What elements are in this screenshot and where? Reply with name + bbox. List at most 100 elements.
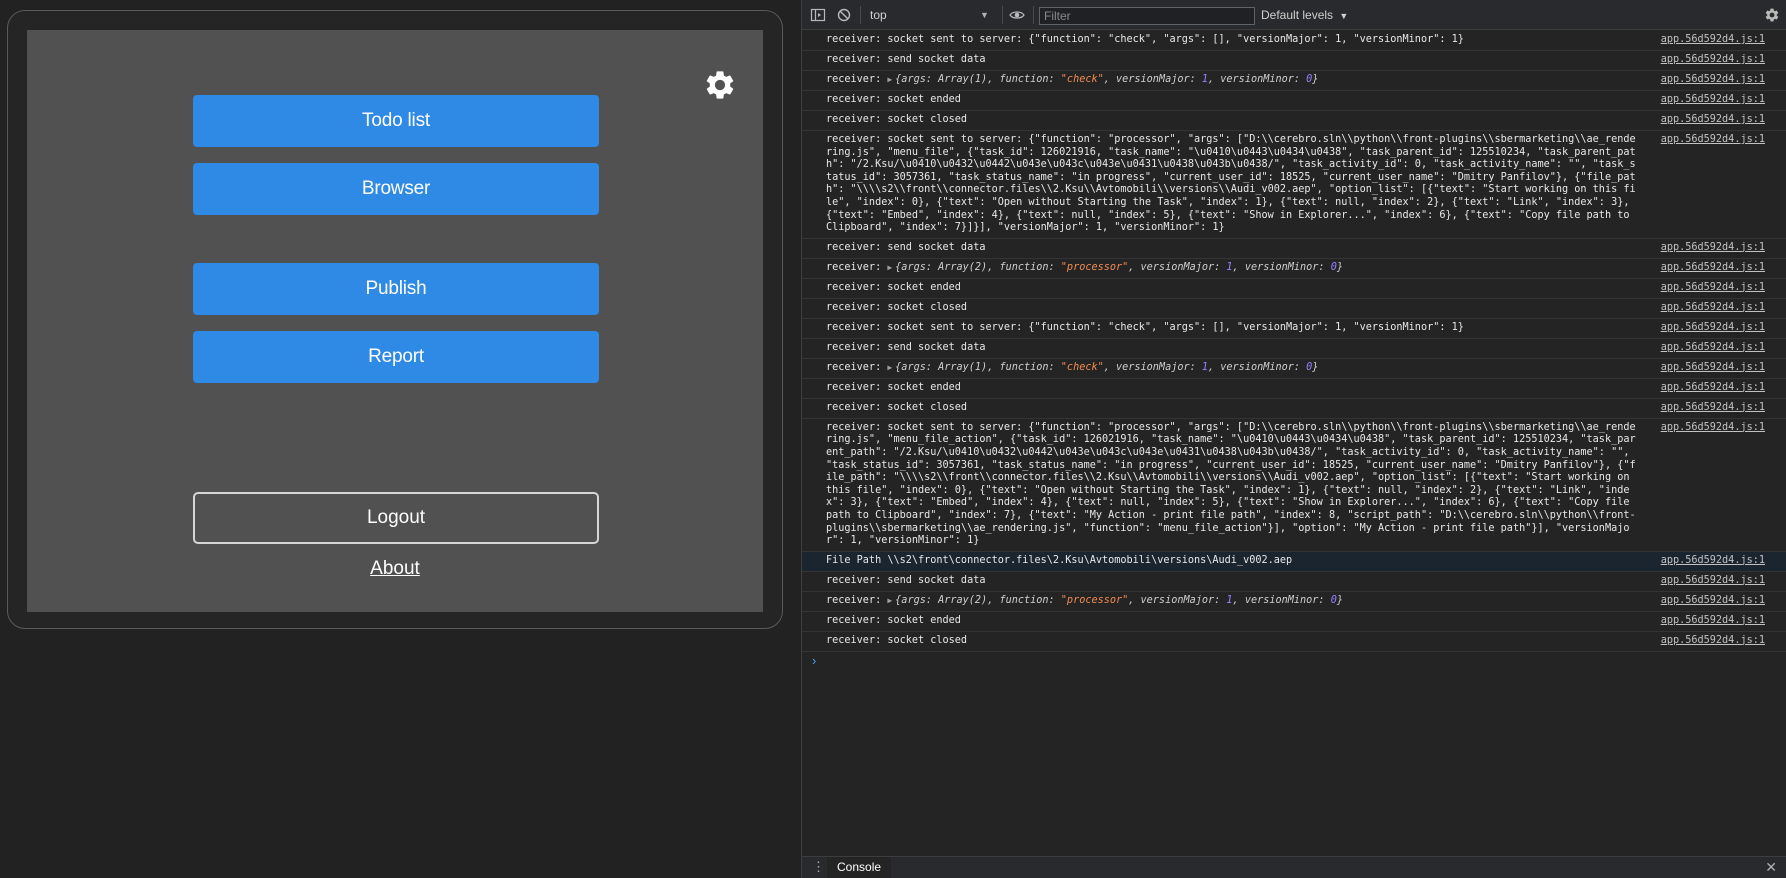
object-args: Array(2) <box>938 261 988 273</box>
console-message-text: receiver: ▶ {args: Array(2), function: "p… <box>826 259 1641 278</box>
gear-icon[interactable] <box>703 68 737 102</box>
browser-button[interactable]: Browser <box>193 163 599 215</box>
console-message: receiver: send socket data app.56d592d4.j… <box>802 51 1786 71</box>
console-toolbar: top ▼ Default levels ▼ <box>802 0 1786 30</box>
object-punctuation: , versionMinor: <box>1208 361 1307 373</box>
console-message[interactable]: receiver: ▶ {args: Array(1), function: "c… <box>802 71 1786 91</box>
report-button[interactable]: Report <box>193 331 599 383</box>
source-link[interactable]: app.56d592d4.js:1 <box>1661 362 1765 375</box>
source-link[interactable]: app.56d592d4.js:1 <box>1661 422 1765 435</box>
source-link[interactable]: app.56d592d4.js:1 <box>1661 34 1765 47</box>
object-args: Array(2) <box>938 594 988 606</box>
object-punctuation: , function: <box>987 74 1061 85</box>
source-link[interactable]: app.56d592d4.js:1 <box>1661 555 1765 568</box>
object-punctuation: {args: <box>895 594 939 606</box>
more-options-icon[interactable]: ⋮ <box>812 860 825 874</box>
object-punctuation: , function: <box>987 261 1061 273</box>
clear-console-icon[interactable] <box>836 7 852 23</box>
log-levels-label: Default levels <box>1261 8 1334 22</box>
source-link[interactable]: app.56d592d4.js:1 <box>1661 595 1765 608</box>
console-message-text: receiver: socket closed <box>826 401 968 413</box>
console-message[interactable]: receiver: ▶ {args: Array(1), function: "c… <box>802 359 1786 379</box>
console-message-text: receiver: ▶ {args: Array(2), function: "p… <box>826 592 1641 611</box>
console-message[interactable]: receiver: ▶ {args: Array(2), function: "p… <box>802 592 1786 612</box>
app-window: Todo list Browser Publish Report Logout … <box>0 0 801 878</box>
source-link[interactable]: app.56d592d4.js:1 <box>1661 242 1765 255</box>
object-function: "processor" <box>1060 261 1129 273</box>
source-link[interactable]: app.56d592d4.js:1 <box>1661 114 1765 127</box>
console-message: receiver: send socket data app.56d592d4.j… <box>802 239 1786 259</box>
console-message-text: receiver: ▶ {args: Array(1), function: "c… <box>826 359 1641 378</box>
object-punctuation: , versionMinor: <box>1208 74 1307 85</box>
console-message-text: receiver: socket ended <box>826 614 961 626</box>
source-link[interactable]: app.56d592d4.js:1 <box>1661 74 1765 87</box>
source-link[interactable]: app.56d592d4.js:1 <box>1661 575 1765 588</box>
source-link[interactable]: app.56d592d4.js:1 <box>1661 382 1765 395</box>
console-message-text: receiver: socket sent to server: {"funct… <box>826 134 1636 234</box>
console-message: receiver: send socket data app.56d592d4.j… <box>802 339 1786 359</box>
expand-triangle-icon[interactable]: ▶ <box>887 75 892 84</box>
todo-list-button[interactable]: Todo list <box>193 95 599 147</box>
source-link[interactable]: app.56d592d4.js:1 <box>1661 94 1765 107</box>
chevron-down-icon: ▼ <box>980 10 989 20</box>
console-message-text: receiver: socket sent to server: {"funct… <box>826 321 1464 333</box>
object-punctuation: } <box>1336 261 1343 273</box>
source-link[interactable]: app.56d592d4.js:1 <box>1661 342 1765 355</box>
console-prompt[interactable]: › <box>802 652 1786 672</box>
object-punctuation: , function: <box>987 361 1061 373</box>
source-link[interactable]: app.56d592d4.js:1 <box>1661 302 1765 315</box>
context-select[interactable]: top <box>866 6 996 25</box>
devtools-panel: top ▼ Default levels ▼ receiver: socket … <box>801 0 1786 878</box>
object-punctuation: } <box>1336 594 1343 606</box>
console-message: receiver: socket closed app.56d592d4.js:1 <box>802 299 1786 319</box>
object-punctuation: } <box>1312 361 1319 373</box>
eye-icon[interactable] <box>1009 7 1025 23</box>
filter-input[interactable] <box>1039 7 1255 25</box>
object-punctuation: , versionMajor: <box>1103 361 1202 373</box>
source-link[interactable]: app.56d592d4.js:1 <box>1661 402 1765 415</box>
object-punctuation: } <box>1312 74 1319 85</box>
source-link[interactable]: app.56d592d4.js:1 <box>1661 282 1765 295</box>
console-log: receiver: socket sent to server: {"funct… <box>802 31 1786 672</box>
log-prefix: receiver: <box>826 361 888 373</box>
sidebar-toggle-icon[interactable] <box>810 7 826 23</box>
console-message: receiver: socket closed app.56d592d4.js:1 <box>802 632 1786 652</box>
source-link[interactable]: app.56d592d4.js:1 <box>1661 615 1765 628</box>
console-message: File Path \\s2\front\connector.files\2.K… <box>802 551 1786 572</box>
console-message-text: receiver: send socket data <box>826 574 986 586</box>
console-message-text: receiver: socket sent to server: {"funct… <box>826 421 1636 547</box>
object-punctuation: , versionMajor: <box>1128 261 1227 273</box>
about-link[interactable]: About <box>27 558 763 580</box>
source-link[interactable]: app.56d592d4.js:1 <box>1661 635 1765 648</box>
source-link[interactable]: app.56d592d4.js:1 <box>1661 134 1765 147</box>
settings-gear-icon[interactable] <box>1764 7 1780 23</box>
chevron-down-icon: ▼ <box>1339 11 1349 21</box>
console-message-text: receiver: ▶ {args: Array(1), function: "c… <box>826 71 1641 90</box>
console-message: receiver: socket ended app.56d592d4.js:1 <box>802 379 1786 399</box>
console-message-text: receiver: send socket data <box>826 241 986 253</box>
logout-button[interactable]: Logout <box>193 492 599 544</box>
expand-triangle-icon[interactable]: ▶ <box>887 596 892 605</box>
expand-triangle-icon[interactable]: ▶ <box>887 263 892 272</box>
object-function: "check" <box>1060 74 1104 85</box>
source-link[interactable]: app.56d592d4.js:1 <box>1661 322 1765 335</box>
console-message[interactable]: receiver: ▶ {args: Array(2), function: "p… <box>802 259 1786 279</box>
console-message: receiver: socket ended app.56d592d4.js:1 <box>802 612 1786 632</box>
console-message: receiver: socket ended app.56d592d4.js:1 <box>802 279 1786 299</box>
source-link[interactable]: app.56d592d4.js:1 <box>1661 262 1765 275</box>
close-icon[interactable]: ✕ <box>1765 859 1777 875</box>
console-message: receiver: socket sent to server: {"funct… <box>802 319 1786 339</box>
object-punctuation: , versionMajor: <box>1103 74 1202 85</box>
object-punctuation: , versionMinor: <box>1232 594 1331 606</box>
source-link[interactable]: app.56d592d4.js:1 <box>1661 54 1765 67</box>
expand-triangle-icon[interactable]: ▶ <box>887 363 892 372</box>
publish-button[interactable]: Publish <box>193 263 599 315</box>
console-message-text: receiver: socket ended <box>826 281 961 293</box>
object-punctuation: , versionMajor: <box>1128 594 1227 606</box>
console-message-text: receiver: socket closed <box>826 114 968 125</box>
toolbar-divider <box>1033 6 1034 24</box>
console-message-text: receiver: socket ended <box>826 94 961 105</box>
console-message: receiver: send socket data app.56d592d4.j… <box>802 572 1786 592</box>
tab-console[interactable]: Console <box>827 857 892 878</box>
log-levels-dropdown[interactable]: Default levels ▼ <box>1261 6 1348 25</box>
